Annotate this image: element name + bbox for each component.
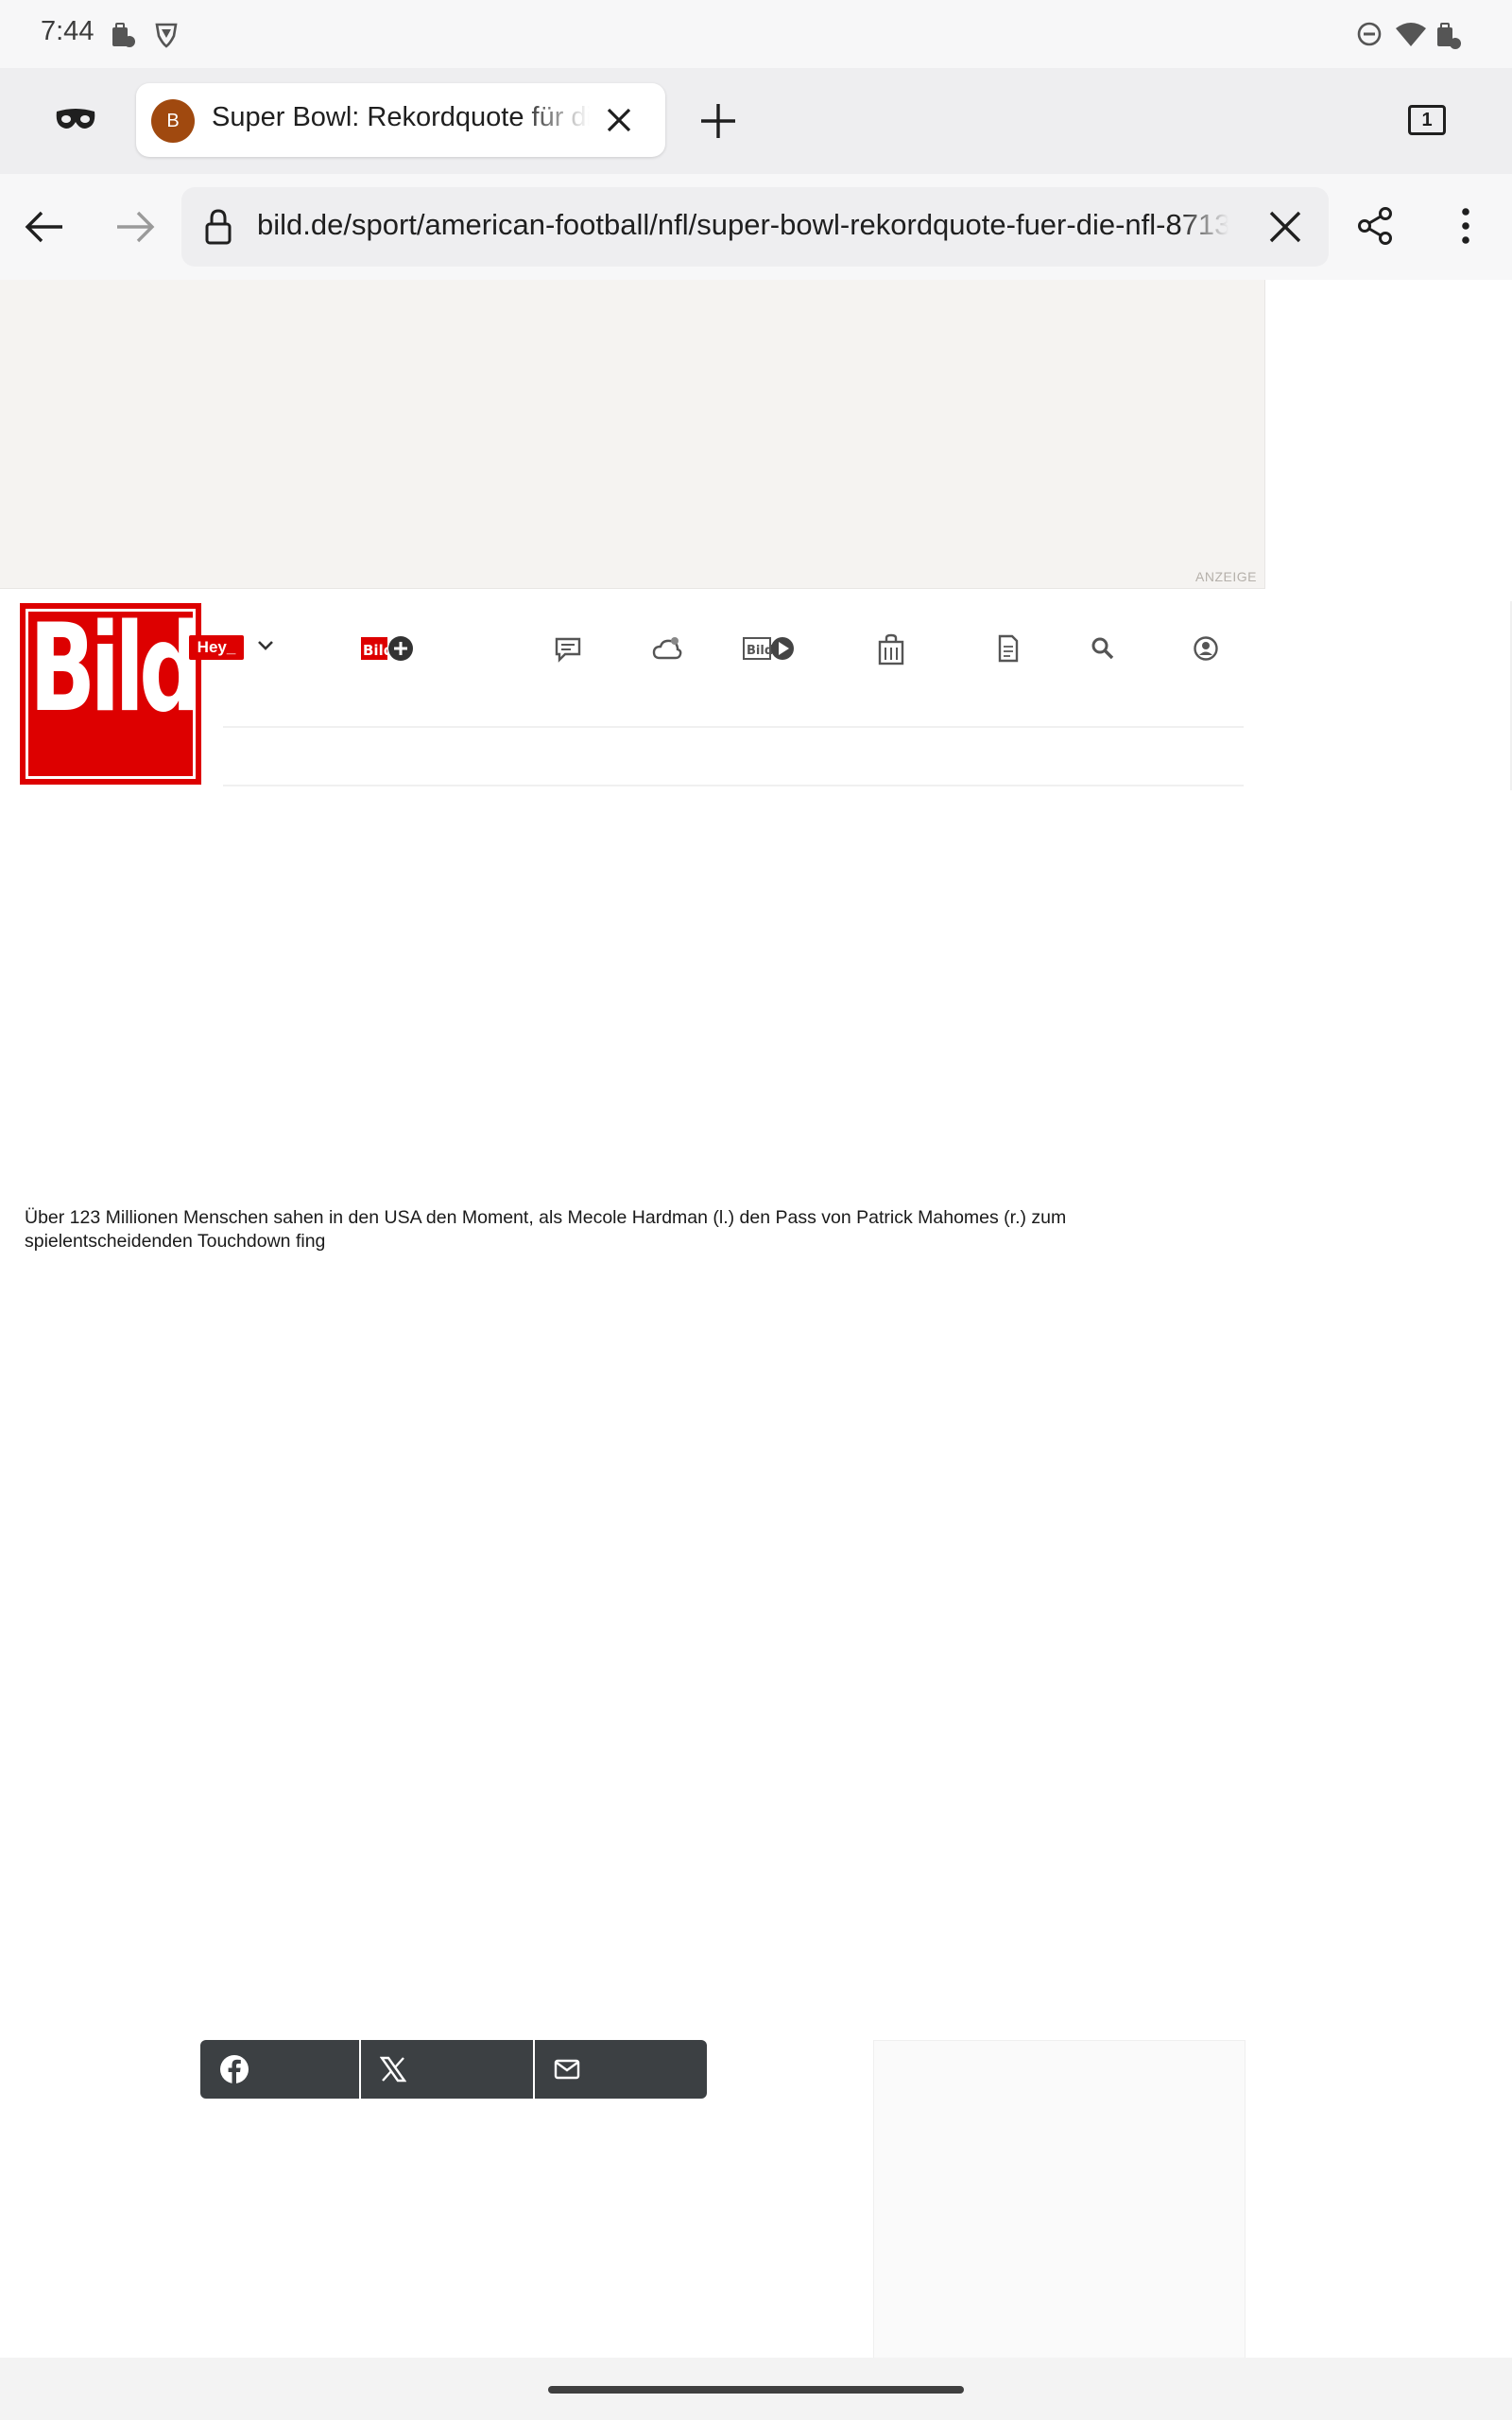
- mask-icon[interactable]: [55, 108, 96, 132]
- clear-icon[interactable]: [1268, 210, 1302, 244]
- facebook-icon: [220, 2055, 249, 2083]
- header-divider: [223, 785, 1244, 786]
- bild-logo[interactable]: Bild: [20, 603, 201, 785]
- back-arrow-icon[interactable]: [25, 210, 64, 244]
- image-caption: Über 123 Millionen Menschen sahen in den…: [25, 1207, 1067, 1252]
- shop-icon[interactable]: [877, 633, 905, 666]
- comments-icon[interactable]: [554, 636, 582, 663]
- work-profile-icon: [1437, 23, 1461, 49]
- tab-title: Super Bowl: Rekordquote für die NFL: [212, 102, 590, 132]
- weather-icon[interactable]: [652, 635, 682, 662]
- tab-count: 1: [1421, 110, 1433, 130]
- close-tab-icon[interactable]: [605, 106, 633, 134]
- home-gesture-handle[interactable]: [548, 2386, 964, 2394]
- work-profile-icon: [112, 23, 135, 47]
- ad-label: ANZEIGE: [1195, 569, 1257, 584]
- mail-share-button[interactable]: [535, 2040, 707, 2099]
- tab-switcher-button[interactable]: 1: [1408, 105, 1446, 135]
- tab-strip: B Super Bowl: Rekordquote für die NFL 1: [0, 68, 1512, 174]
- share-bar: [200, 2040, 707, 2099]
- share-icon[interactable]: [1357, 206, 1395, 246]
- svg-text:Bild: Bild: [747, 644, 773, 658]
- lock-icon[interactable]: [204, 208, 232, 246]
- search-icon[interactable]: [1091, 636, 1115, 661]
- browser-toolbar: bild.de/sport/american-football/nfl/supe…: [0, 174, 1512, 280]
- account-icon[interactable]: [1193, 635, 1219, 662]
- status-bar: 7:44: [0, 0, 1512, 68]
- do-not-disturb-icon: [1357, 22, 1382, 46]
- wifi-icon: [1396, 23, 1426, 46]
- ad-banner[interactable]: ANZEIGE: [0, 280, 1265, 589]
- hey-badge[interactable]: Hey_: [189, 635, 244, 660]
- facebook-share-button[interactable]: [200, 2040, 359, 2099]
- logo-text: Bild: [29, 598, 201, 739]
- plus-icon[interactable]: [699, 102, 737, 140]
- gesture-nav-bar: [0, 2358, 1512, 2420]
- bild-play-icon[interactable]: Bild: [743, 633, 796, 664]
- more-vert-icon[interactable]: [1459, 206, 1472, 246]
- epaper-icon[interactable]: [996, 633, 1021, 664]
- x-share-button[interactable]: [361, 2040, 533, 2099]
- web-page: ANZEIGE Bild Hey_ Bild Bild Über 123 Mil…: [0, 280, 1512, 2360]
- active-tab[interactable]: B Super Bowl: Rekordquote für die NFL: [136, 83, 665, 157]
- chevron-down-icon[interactable]: [257, 640, 274, 651]
- bildplus-icon[interactable]: Bild: [359, 633, 416, 664]
- x-icon: [380, 2056, 406, 2083]
- url-text[interactable]: bild.de/sport/american-football/nfl/supe…: [257, 208, 1228, 246]
- site-favicon: B: [151, 99, 195, 143]
- vpn-shield-icon: [155, 23, 178, 48]
- sidebar-ad[interactable]: [873, 2040, 1246, 2360]
- forward-arrow-icon[interactable]: [115, 210, 155, 244]
- status-time: 7:44: [41, 16, 94, 46]
- url-bar[interactable]: bild.de/sport/american-football/nfl/supe…: [181, 187, 1329, 267]
- header-divider: [223, 726, 1244, 728]
- mail-icon: [554, 2059, 580, 2080]
